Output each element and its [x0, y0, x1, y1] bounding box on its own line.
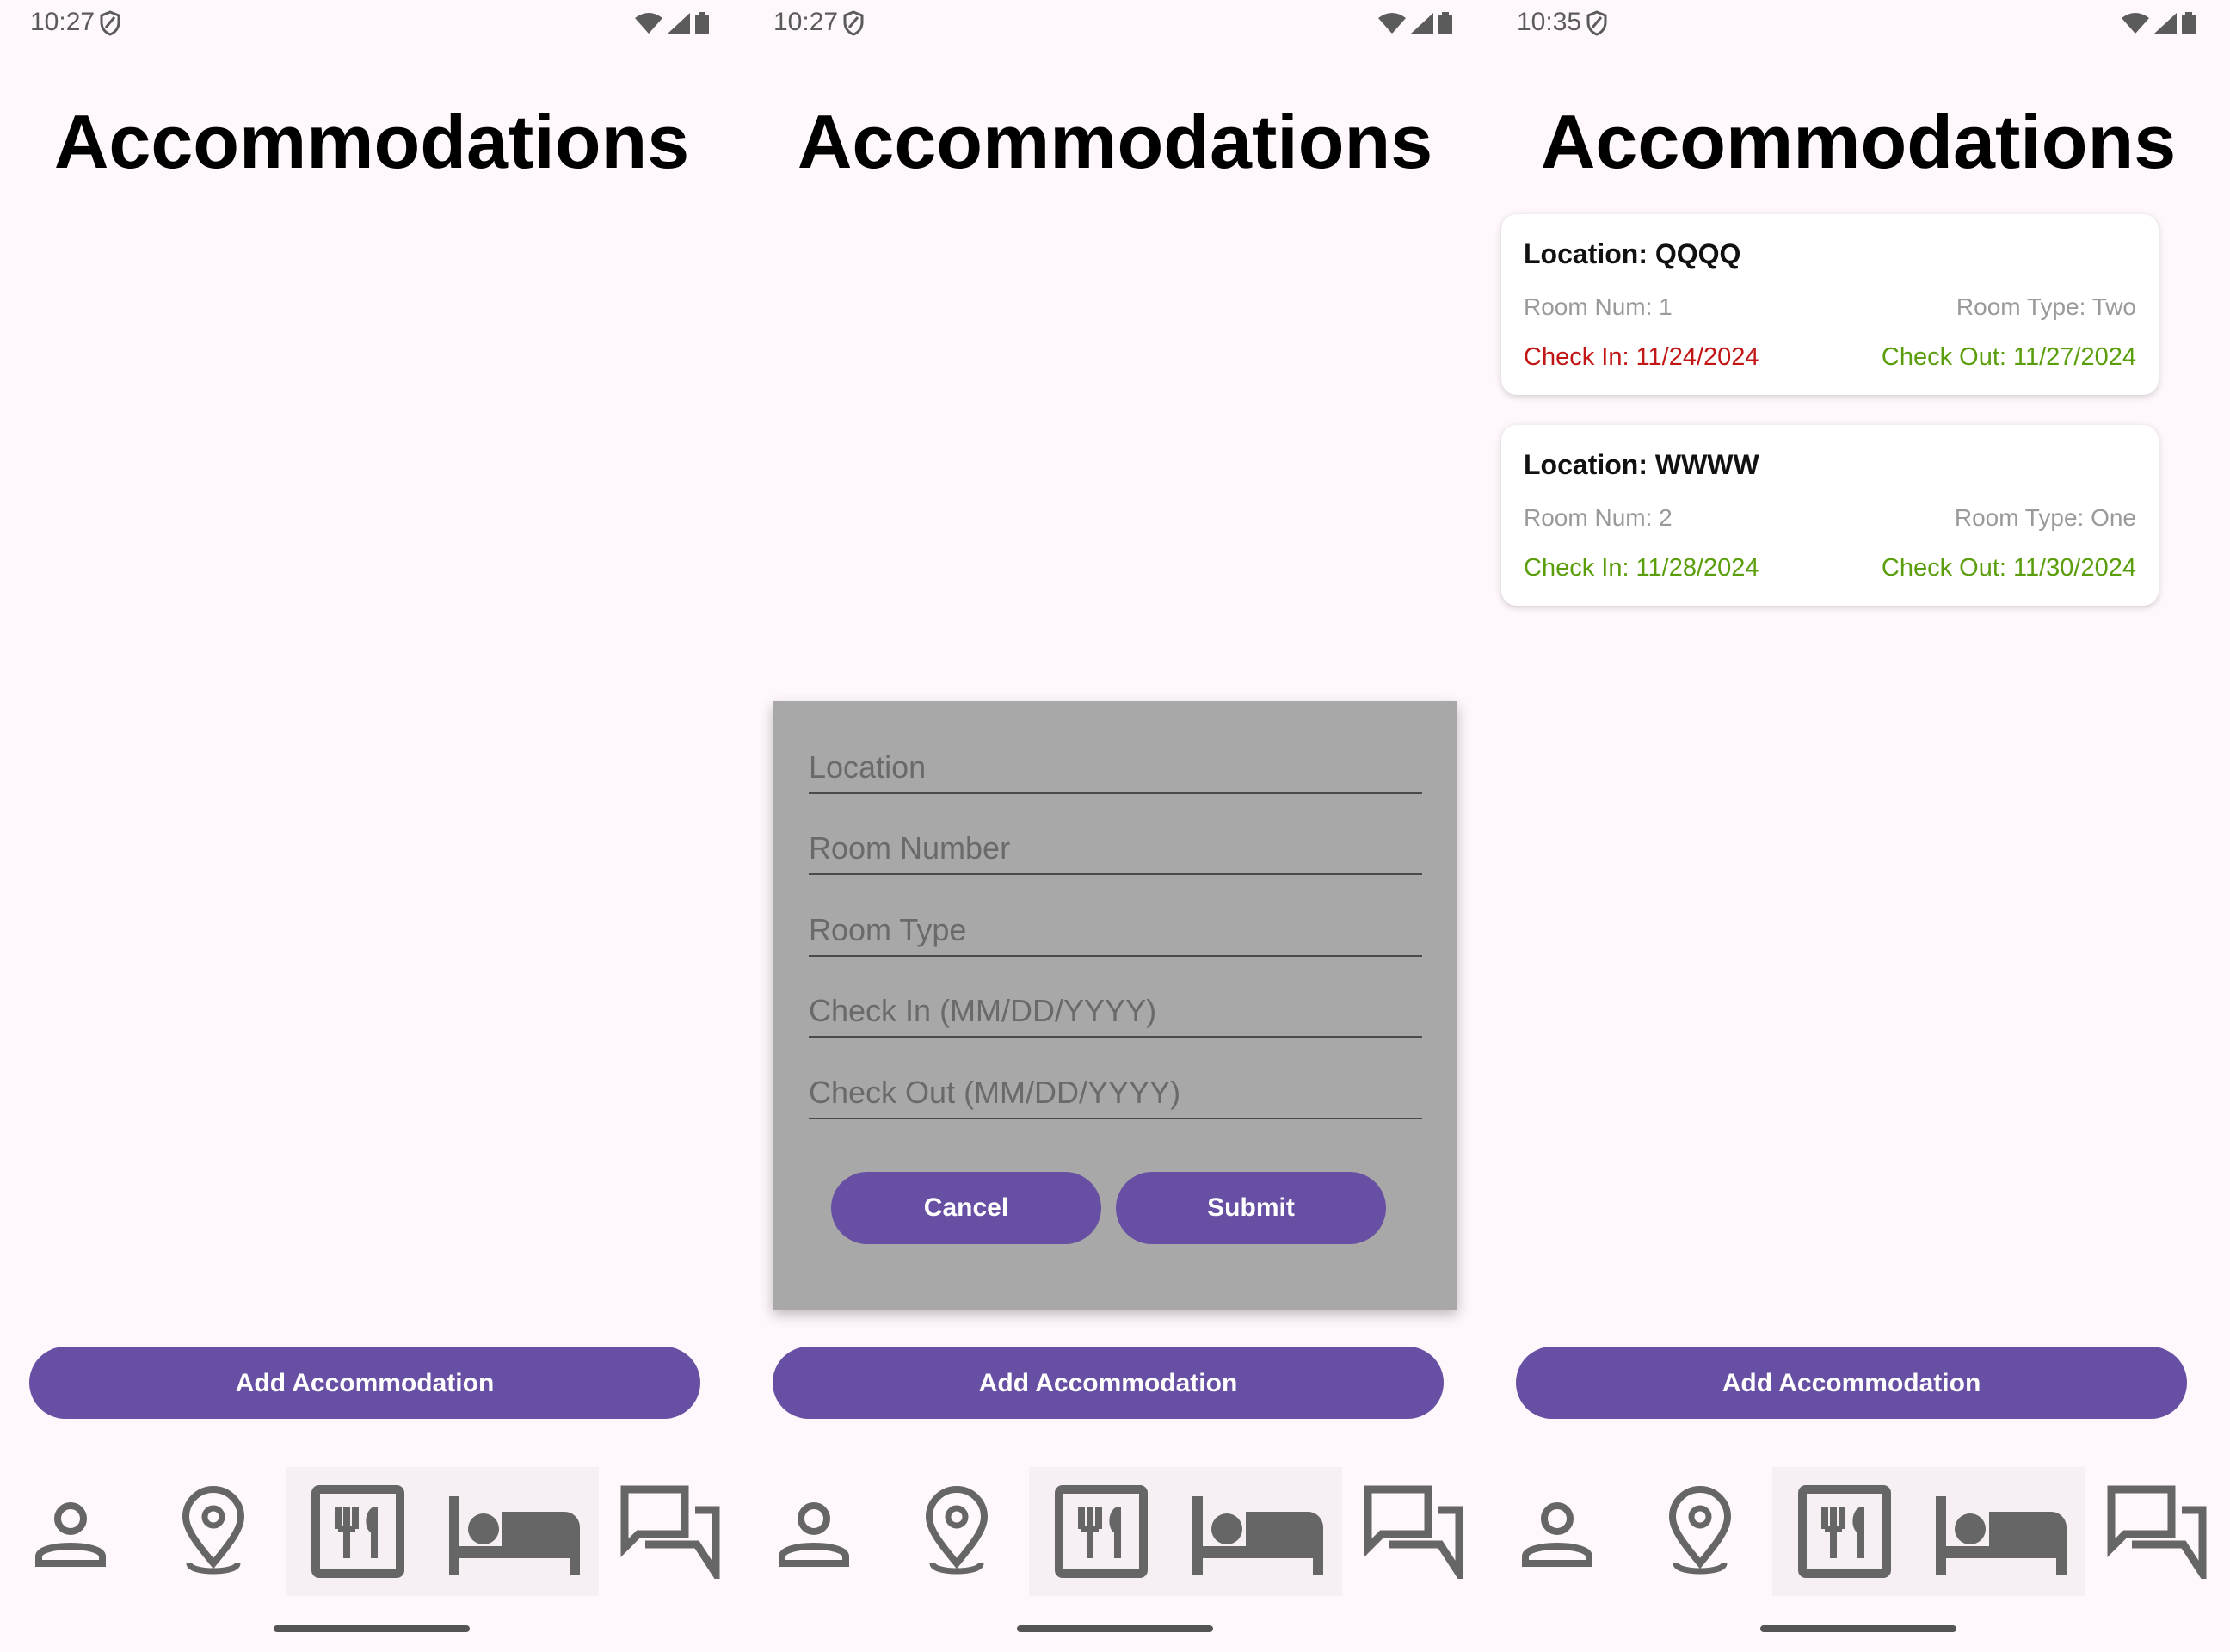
bed-icon [449, 1496, 580, 1575]
add-accommodation-button[interactable]: Add Accommodation [773, 1347, 1444, 1419]
screen-list: 10:35 Accommodations Location: QQQQ Room… [1487, 0, 2230, 1652]
battery-icon [695, 12, 709, 34]
submit-button[interactable]: Submit [1116, 1172, 1386, 1244]
nav-chat[interactable] [599, 1467, 743, 1596]
location-pin-icon [182, 1486, 245, 1575]
cell-signal-icon [668, 13, 690, 34]
location-pin-icon [1668, 1486, 1732, 1575]
shield-icon [1586, 10, 1608, 46]
bottom-nav [1487, 1467, 2230, 1596]
restaurant-icon [311, 1485, 404, 1578]
shield-icon [99, 10, 121, 46]
bottom-nav [743, 1467, 1487, 1596]
shield-icon [842, 10, 865, 46]
nav-restaurant[interactable] [286, 1467, 430, 1596]
screen-empty: 10:27 Accommodations Add Accommodation [0, 0, 743, 1652]
bed-icon [1192, 1496, 1323, 1575]
nav-accommodation[interactable] [1174, 1467, 1342, 1596]
room-number-field[interactable] [809, 825, 1422, 875]
location-field[interactable] [809, 744, 1422, 794]
chat-icon [1364, 1485, 1463, 1579]
page-title: Accommodations [797, 99, 1433, 184]
chat-icon [620, 1485, 720, 1579]
page-title: Accommodations [53, 99, 690, 184]
gesture-home-bar[interactable] [1760, 1625, 1956, 1632]
nav-location[interactable] [141, 1467, 286, 1596]
nav-chat[interactable] [1342, 1467, 1487, 1596]
nav-location[interactable] [1628, 1467, 1772, 1596]
nav-profile[interactable] [743, 1467, 884, 1596]
check-out-field[interactable] [809, 1069, 1422, 1119]
cell-signal-icon [1411, 13, 1433, 34]
room-type-input[interactable] [809, 907, 1422, 953]
status-bar: 10:35 [1517, 5, 2196, 40]
card-room-number: Room Num: 1 [1524, 293, 1672, 320]
bed-icon [1936, 1496, 2067, 1575]
room-type-field[interactable] [809, 907, 1422, 957]
card-check-out: Check Out: 11/30/2024 [1881, 554, 2136, 582]
nav-restaurant[interactable] [1772, 1467, 1917, 1596]
location-input[interactable] [809, 744, 1422, 791]
add-accommodation-dialog: Cancel Submit [773, 701, 1457, 1310]
card-room-type: Room Type: One [1954, 504, 2136, 531]
nav-profile[interactable] [1487, 1467, 1628, 1596]
nav-profile[interactable] [0, 1467, 141, 1596]
restaurant-icon [1798, 1485, 1891, 1578]
card-location: Location: WWWW [1524, 449, 1759, 480]
card-room-number: Room Num: 2 [1524, 504, 1672, 531]
card-check-in: Check In: 11/28/2024 [1524, 554, 1759, 582]
check-in-field[interactable] [809, 988, 1422, 1038]
cancel-button[interactable]: Cancel [831, 1172, 1101, 1244]
status-bar: 10:27 [30, 5, 709, 40]
wifi-icon [2122, 13, 2149, 34]
person-icon [779, 1502, 849, 1567]
wifi-icon [635, 13, 662, 34]
room-number-input[interactable] [809, 825, 1422, 872]
gesture-home-bar[interactable] [274, 1625, 470, 1632]
nav-accommodation[interactable] [1917, 1467, 2085, 1596]
status-time: 10:27 [773, 8, 839, 36]
person-icon [1522, 1502, 1592, 1567]
nav-restaurant[interactable] [1029, 1467, 1174, 1596]
chat-icon [2107, 1485, 2207, 1579]
add-accommodation-button[interactable]: Add Accommodation [1516, 1347, 2187, 1419]
card-room-type: Room Type: Two [1956, 293, 2136, 320]
card-check-in: Check In: 11/24/2024 [1524, 343, 1759, 371]
location-pin-icon [925, 1486, 989, 1575]
status-time: 10:27 [30, 8, 95, 36]
accommodation-card[interactable]: Location: QQQQ Room Num: 1 Room Type: Tw… [1501, 214, 2159, 395]
restaurant-icon [1055, 1485, 1148, 1578]
wifi-icon [1378, 13, 1406, 34]
battery-icon [2182, 12, 2196, 34]
check-in-input[interactable] [809, 988, 1422, 1034]
card-check-out: Check Out: 11/27/2024 [1881, 343, 2136, 371]
cell-signal-icon [2154, 13, 2177, 34]
status-bar: 10:27 [773, 5, 1452, 40]
gesture-home-bar[interactable] [1017, 1625, 1213, 1632]
card-location: Location: QQQQ [1524, 238, 1741, 269]
person-icon [35, 1502, 106, 1567]
page-title: Accommodations [1540, 99, 2177, 184]
accommodation-card[interactable]: Location: WWWW Room Num: 2 Room Type: On… [1501, 425, 2159, 606]
nav-location[interactable] [884, 1467, 1029, 1596]
battery-icon [1438, 12, 1452, 34]
screen-add-dialog: 10:27 Accommodations Cancel Submit Add A… [743, 0, 1487, 1652]
bottom-nav [0, 1467, 743, 1596]
status-time: 10:35 [1517, 8, 1582, 36]
check-out-input[interactable] [809, 1069, 1422, 1116]
nav-chat[interactable] [2085, 1467, 2230, 1596]
add-accommodation-button[interactable]: Add Accommodation [29, 1347, 700, 1419]
nav-accommodation[interactable] [430, 1467, 599, 1596]
